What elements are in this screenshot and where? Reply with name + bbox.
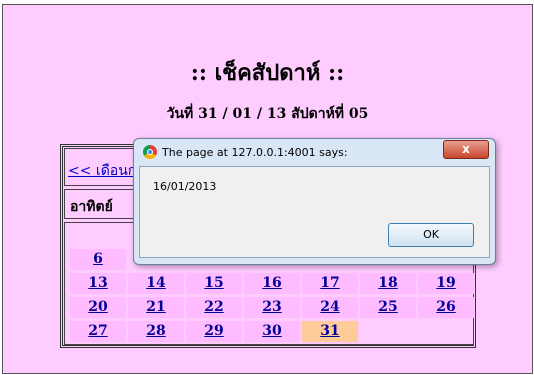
day-cell: 26 <box>418 297 474 318</box>
day-cell: 22 <box>186 297 242 318</box>
day-link[interactable]: 25 <box>378 299 397 315</box>
day-link[interactable]: 24 <box>320 299 339 315</box>
day-cell: 14 <box>128 273 184 294</box>
day-link[interactable]: 20 <box>88 299 107 315</box>
day-link[interactable]: 26 <box>436 299 455 315</box>
day-link[interactable]: 29 <box>204 323 223 339</box>
day-cell: 27 <box>70 321 126 342</box>
day-cell: 21 <box>128 297 184 318</box>
day-link[interactable]: 16 <box>262 275 281 291</box>
ok-button[interactable]: OK <box>388 223 474 247</box>
dialog-message: 16/01/2013 <box>153 180 217 193</box>
day-cell: 24 <box>302 297 358 318</box>
dayname-sunday: อาทิตย์ <box>70 199 113 215</box>
close-button[interactable]: x <box>443 140 489 159</box>
day-cell: 6 <box>70 249 126 270</box>
day-link[interactable]: 15 <box>204 275 223 291</box>
day-link[interactable]: 31 <box>320 323 339 339</box>
day-cell: 30 <box>244 321 300 342</box>
day-cell: 25 <box>360 297 416 318</box>
day-cell: 19 <box>418 273 474 294</box>
prev-month-link[interactable]: << เดือนก <box>68 160 136 182</box>
day-cell: 16 <box>244 273 300 294</box>
day-cell: 13 <box>70 273 126 294</box>
day-cell: 23 <box>244 297 300 318</box>
day-cell: 18 <box>360 273 416 294</box>
day-link[interactable]: 13 <box>88 275 107 291</box>
day-link[interactable]: 22 <box>204 299 223 315</box>
alert-dialog: The page at 127.0.0.1:4001 says: x 16/01… <box>133 138 496 265</box>
day-link[interactable]: 18 <box>378 275 397 291</box>
day-link[interactable]: 23 <box>262 299 281 315</box>
page-subtitle: วันที่ 31 / 01 / 13 สัปดาห์ที่ 05 <box>166 106 369 122</box>
day-link[interactable]: 19 <box>436 275 455 291</box>
day-cell: 15 <box>186 273 242 294</box>
day-cell: 31 <box>302 321 358 342</box>
day-link[interactable]: 27 <box>88 323 107 339</box>
day-cell: 17 <box>302 273 358 294</box>
page-title: :: เช็คสัปดาห์ :: <box>190 60 345 86</box>
day-cell: 28 <box>128 321 184 342</box>
day-link[interactable]: 21 <box>146 299 165 315</box>
day-link[interactable]: 6 <box>93 251 103 267</box>
day-cell: 29 <box>186 321 242 342</box>
day-link[interactable]: 28 <box>146 323 165 339</box>
day-link[interactable]: 30 <box>262 323 281 339</box>
chrome-icon <box>143 145 157 159</box>
day-link[interactable]: 14 <box>146 275 165 291</box>
day-cell: 20 <box>70 297 126 318</box>
dialog-body: 16/01/2013 OK <box>139 166 490 258</box>
dialog-title: The page at 127.0.0.1:4001 says: <box>162 146 348 159</box>
day-link[interactable]: 17 <box>320 275 339 291</box>
